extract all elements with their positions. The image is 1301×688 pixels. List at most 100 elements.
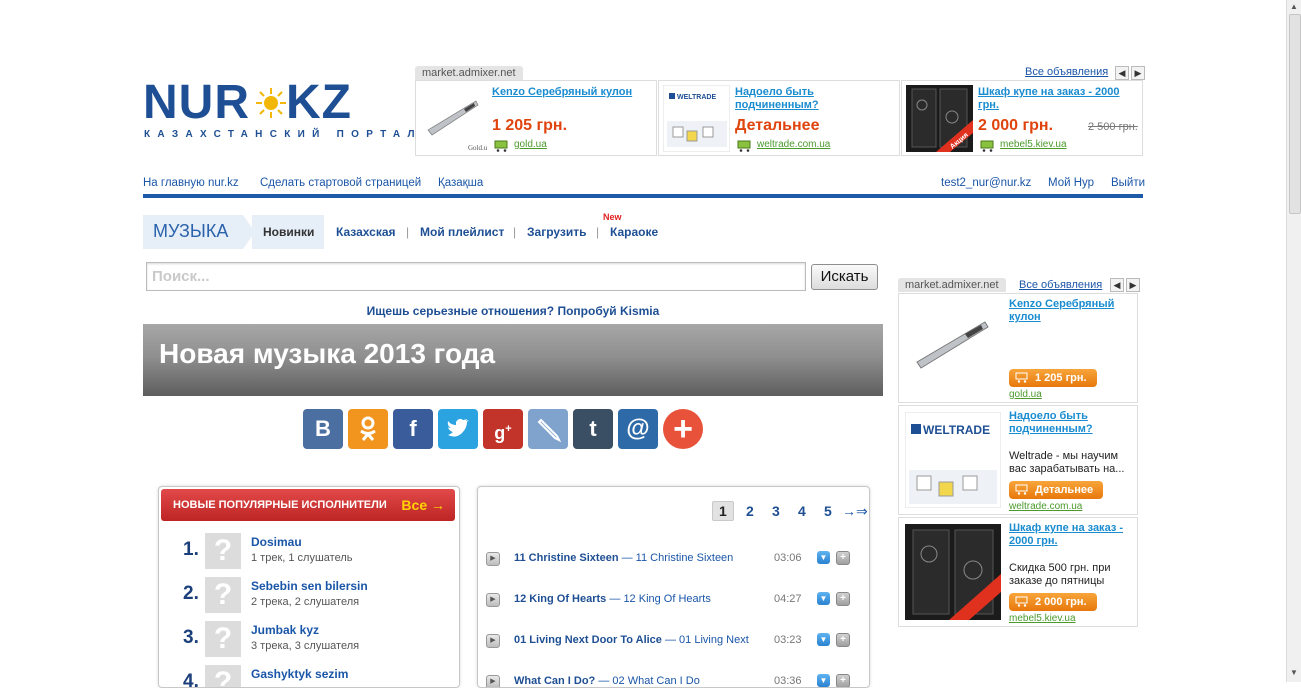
ad-title[interactable]: Kenzo Серебряный кулон [492,86,652,99]
page-title: Новая музыка 2013 года [159,338,496,369]
next-page-link[interactable]: →⇒ [842,503,868,520]
ad-all-link[interactable]: Все объявления [1025,66,1108,78]
kazakh-link[interactable]: Қазақша [438,177,483,189]
download-icon[interactable]: ▼ [817,592,830,605]
ad-title[interactable]: Надоело быть подчиненным? [1009,410,1133,436]
tab-kazakh[interactable]: Казахская [336,225,396,239]
play-icon[interactable]: ▶ [486,552,500,566]
artist-avatar[interactable]: ? [205,621,241,657]
cart-icon [737,140,751,152]
ad-details-button[interactable]: Детальнее [1009,481,1104,499]
add-icon[interactable]: + [836,551,850,565]
ad-item[interactable]: Kenzo Серебряный кулон 1 205 грн. gold.u… [898,293,1138,403]
track-title[interactable]: 01 Living Next Door To Alice — 01 Living… [514,634,749,646]
artist-avatar[interactable]: ? [205,665,241,687]
add-icon[interactable]: + [836,633,850,647]
track-title[interactable]: 11 Christine Sixteen — 11 Christine Sixt… [514,552,733,564]
mailru-icon[interactable]: @ [618,409,658,449]
page-banner: Новая музыка 2013 года [143,324,883,396]
facebook-icon[interactable]: f [393,409,433,449]
site-logo[interactable]: NUR KZ КАЗАХСТАНСКИЙ ПОРТАЛ [143,78,415,148]
artist-name[interactable]: Sebebin sen bilersin [251,579,368,593]
ad-next-icon[interactable]: ▶ [1126,278,1140,292]
tracks-panel: 1 2 3 4 5 →⇒ ▶ 11 Christine Sixteen — 11… [477,486,870,688]
ad-item[interactable]: WELTRADE Надоело быть подчиненным? Детал… [658,80,900,156]
artist-name[interactable]: Gashyktyk sezim [251,667,348,681]
rank-number: 2. [183,583,199,604]
artist-name[interactable]: Dosimau [251,535,302,549]
artist-avatar[interactable]: ? [205,533,241,569]
ad-domain[interactable]: weltrade.com.ua [1009,501,1082,512]
page-5[interactable]: 5 [824,503,832,519]
page-2[interactable]: 2 [746,503,754,519]
pendant-image: Gold.ua [420,85,487,152]
ad-item[interactable]: WELTRADE Надоело быть подчиненным? Weltr… [898,405,1138,515]
ad-domain[interactable]: mebel5.kiev.ua [1000,139,1067,150]
ad-title[interactable]: Надоело быть подчиненным? [735,86,895,112]
ad-title[interactable]: Kenzo Серебряный кулон [1009,298,1133,324]
page-3[interactable]: 3 [772,503,780,519]
play-icon[interactable]: ▶ [486,634,500,648]
track-title[interactable]: 12 King Of Hearts — 12 King Of Hearts [514,593,711,605]
livejournal-icon[interactable] [528,409,568,449]
ad-prev-icon[interactable]: ◀ [1110,278,1124,292]
ad-domain[interactable]: weltrade.com.ua [757,139,830,150]
ad-domain[interactable]: gold.ua [514,139,547,150]
ad-description: Weltrade - мы научим вас зарабатывать на… [1009,450,1125,475]
tumblr-icon[interactable]: t [573,409,613,449]
list-item: 4. ? Gashyktyk sezim [159,665,459,687]
search-button[interactable]: Искать [811,264,878,290]
artist-avatar[interactable]: ? [205,577,241,613]
scrollbar-thumb[interactable] [1289,14,1301,214]
ad-price-button[interactable]: 1 205 грн. [1009,369,1097,387]
user-email-link[interactable]: test2_nur@nur.kz [941,177,1031,189]
download-icon[interactable]: ▼ [817,551,830,564]
play-icon[interactable]: ▶ [486,593,500,607]
add-icon[interactable]: + [836,592,850,606]
list-item: 2. ? Sebebin sen bilersin 2 трека, 2 слу… [159,577,459,621]
tab-karaoke[interactable]: Караоке [610,225,658,239]
home-link[interactable]: На главную nur.kz [143,177,239,189]
ad-item[interactable]: Gold.ua Kenzo Серебряный кулон 1 205 грн… [415,80,657,156]
page-4[interactable]: 4 [798,503,806,519]
all-artists-link[interactable]: Все → [401,497,445,513]
artist-name[interactable]: Jumbak kyz [251,623,319,637]
page-1[interactable]: 1 [712,501,734,521]
search-input[interactable]: Поиск... [146,262,806,291]
ad-price[interactable]: Детальнее [735,117,819,135]
ad-domain[interactable]: gold.ua [1009,389,1042,400]
browser-scrollbar[interactable]: ▲ ▼ [1286,0,1301,682]
download-icon[interactable]: ▼ [817,674,830,687]
download-icon[interactable]: ▼ [817,633,830,646]
ad-all-link[interactable]: Все объявления [1019,279,1102,291]
ad-price-button[interactable]: 2 000 грн. [1009,593,1097,611]
track-row: ▶ 12 King Of Hearts — 12 King Of Hearts … [478,590,869,614]
tab-novinki[interactable]: Новинки [263,225,314,239]
ad-item[interactable]: Акция Шкаф купе на заказ - 2000 грн. 2 0… [901,80,1143,156]
google-plus-icon[interactable]: g+ [483,409,523,449]
ad-title[interactable]: Шкаф купе на заказ - 2000 грн. [978,86,1138,112]
promo-link[interactable]: Ищешь серьезные отношения? Попробуй Kism… [143,304,883,318]
ad-prev-icon[interactable]: ◀ [1115,66,1129,80]
weltrade-image: WELTRADE [905,412,1001,508]
section-title-text: МУЗЫКА [153,221,229,241]
ad-title[interactable]: Шкаф купе на заказ - 2000 грн. [1009,522,1133,548]
ad-item[interactable]: Шкаф купе на заказ - 2000 грн. Скидка 50… [898,517,1138,627]
tab-upload[interactable]: Загрузить [527,225,586,239]
logout-link[interactable]: Выйти [1111,177,1145,189]
odnoklassniki-icon[interactable] [348,409,388,449]
my-nur-link[interactable]: Мой Нур [1048,177,1094,189]
twitter-icon[interactable] [438,409,478,449]
scroll-down-icon[interactable]: ▼ [1290,668,1298,677]
start-page-link[interactable]: Сделать стартовой страницей [260,177,421,189]
ad-next-icon[interactable]: ▶ [1131,66,1145,80]
scroll-up-icon[interactable]: ▲ [1290,2,1298,11]
ad-source-tab: market.admixer.net [415,66,523,80]
list-item: 3. ? Jumbak kyz 3 трека, 3 слушателя [159,621,459,665]
vk-icon[interactable]: В [303,409,343,449]
ad-domain[interactable]: mebel5.kiev.ua [1009,613,1076,624]
tab-playlist[interactable]: Мой плейлист [420,225,504,239]
addthis-icon[interactable]: + [663,409,703,449]
track-title[interactable]: What Can I Do? — 02 What Can I Do [514,675,700,687]
add-icon[interactable]: + [836,674,850,687]
